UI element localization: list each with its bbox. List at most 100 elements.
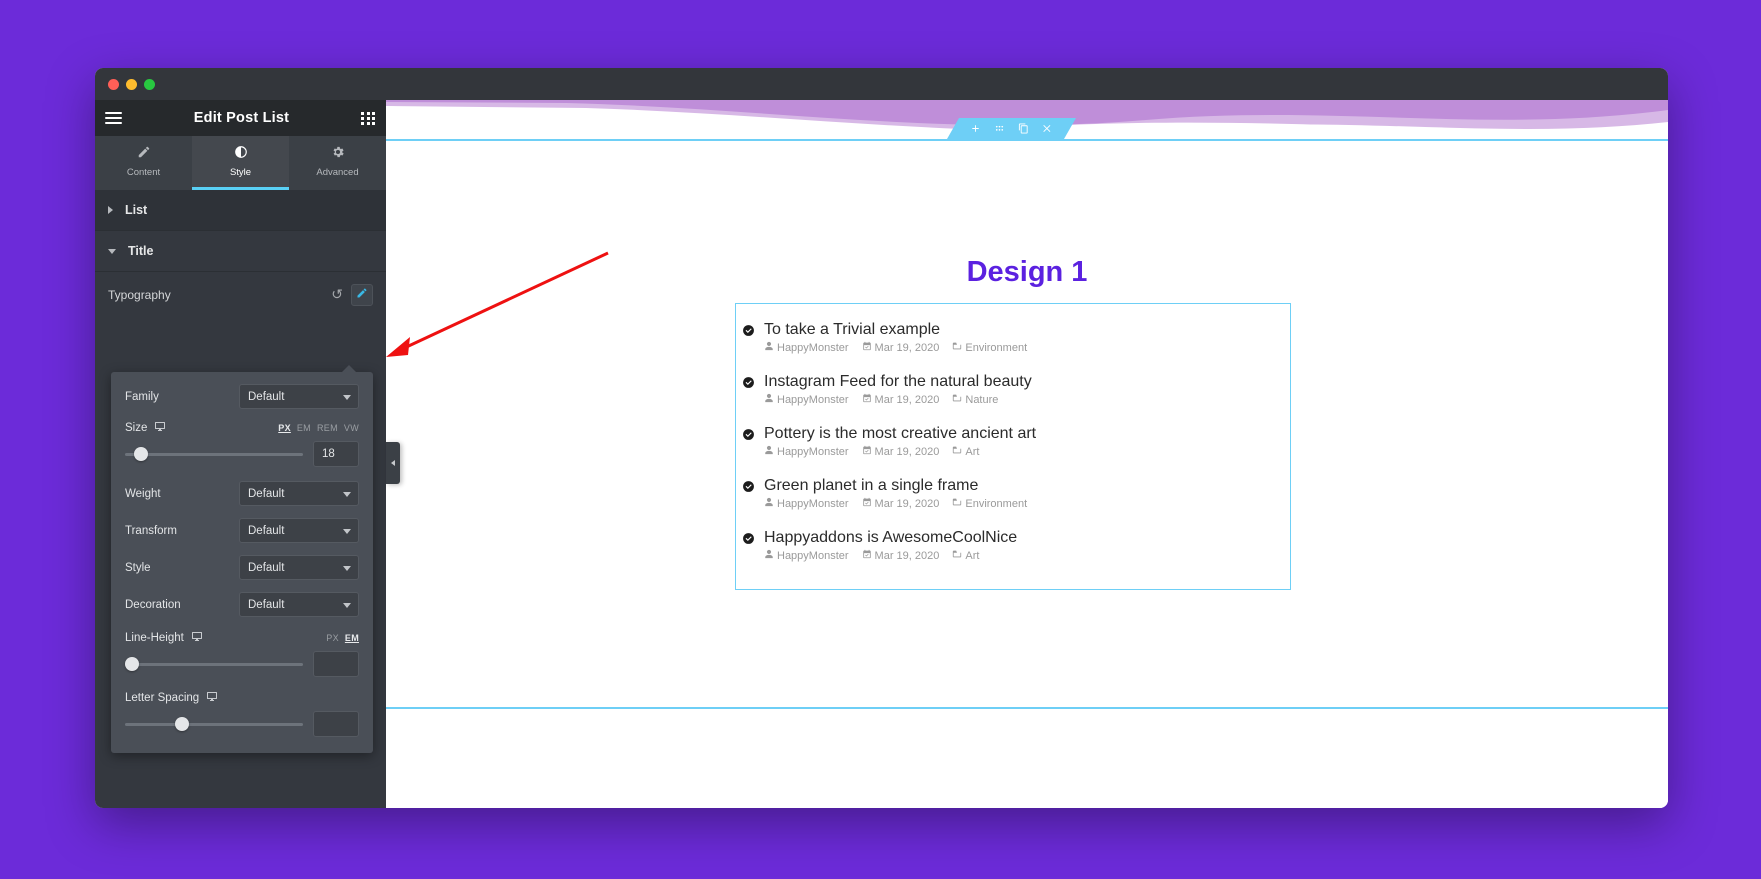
slider-knob[interactable] (174, 717, 189, 731)
page-title: Design 1 (966, 256, 1088, 288)
tab-advanced[interactable]: Advanced (289, 136, 386, 190)
weight-select[interactable]: Default (239, 481, 359, 506)
typography-edit-button[interactable] (351, 284, 373, 306)
slider-knob[interactable] (125, 657, 139, 671)
letter-spacing-row: Letter Spacing (125, 691, 359, 705)
typography-control-row: Typography ↺ (95, 272, 386, 318)
transform-select[interactable]: Default (239, 518, 359, 543)
section-list[interactable]: List (95, 190, 386, 231)
typography-label: Typography (108, 288, 171, 302)
panel-header: Edit Post List (95, 100, 386, 136)
post-title[interactable]: Happyaddons is AwesomeCoolNice (764, 529, 1017, 547)
tab-style[interactable]: Style (192, 136, 289, 190)
transform-value: Default (248, 524, 285, 537)
maximize-window-button[interactable] (144, 79, 155, 90)
chevron-right-icon (108, 206, 113, 214)
user-icon (764, 549, 774, 562)
slider-knob[interactable] (133, 447, 148, 461)
post-date: Mar 19, 2020 (862, 445, 939, 458)
post-meta: HappyMonster Mar 19, 2020 Nature (764, 393, 1290, 406)
panel-collapse-handle[interactable] (386, 442, 400, 484)
check-circle-icon (742, 532, 755, 545)
style-select[interactable]: Default (239, 555, 359, 580)
size-slider[interactable] (125, 447, 303, 461)
monitor-icon[interactable] (191, 631, 203, 645)
elementor-panel: Edit Post List Content Style Advanced Li… (95, 100, 386, 808)
minimize-window-button[interactable] (126, 79, 137, 90)
post-category-label: Environment (965, 497, 1028, 510)
tab-style-label: Style (229, 167, 252, 178)
line-height-slider[interactable] (125, 657, 303, 671)
size-unit-rem[interactable]: REM (317, 423, 338, 433)
list-item[interactable]: Pottery is the most creative ancient art… (736, 425, 1290, 465)
post-date-label: Mar 19, 2020 (874, 549, 940, 562)
size-slider-row: 18 (125, 441, 359, 467)
post-author-label: HappyMonster (777, 341, 849, 354)
plus-icon[interactable] (970, 123, 981, 134)
list-item[interactable]: Happyaddons is AwesomeCoolNice HappyMons… (736, 529, 1290, 569)
check-circle-icon (742, 376, 755, 389)
slider-track (125, 452, 303, 456)
post-date-label: Mar 19, 2020 (874, 341, 940, 354)
list-item[interactable]: To take a Trivial example HappyMonster M… (736, 321, 1290, 361)
size-value-input[interactable]: 18 (313, 441, 359, 467)
letter-spacing-slider[interactable] (125, 717, 303, 731)
hamburger-icon[interactable] (105, 112, 122, 124)
line-height-unit-switcher: PX EM (326, 633, 359, 643)
calendar-icon (862, 393, 872, 406)
gear-icon (331, 145, 345, 162)
post-meta: HappyMonster Mar 19, 2020 Art (764, 549, 1290, 562)
post-list-widget[interactable]: To take a Trivial example HappyMonster M… (735, 303, 1291, 590)
panel-tabs: Content Style Advanced (95, 136, 386, 190)
monitor-icon[interactable] (206, 691, 218, 705)
size-unit-em[interactable]: EM (297, 423, 311, 433)
letter-spacing-value-input[interactable] (313, 711, 359, 737)
calendar-icon (862, 497, 872, 510)
window-title-bar (95, 68, 1668, 100)
decoration-label: Decoration (125, 598, 181, 611)
close-window-button[interactable] (108, 79, 119, 90)
line-height-unit-em[interactable]: EM (345, 633, 359, 643)
user-icon (764, 341, 774, 354)
family-select[interactable]: Default (239, 384, 359, 409)
family-row: Family Default (125, 384, 359, 409)
slider-track (125, 662, 303, 666)
size-unit-px[interactable]: PX (278, 423, 291, 433)
line-height-value-input[interactable] (313, 651, 359, 677)
section-title[interactable]: Title (95, 231, 386, 272)
line-height-unit-px[interactable]: PX (326, 633, 339, 643)
duplicate-icon[interactable] (1018, 123, 1029, 134)
reset-icon[interactable]: ↺ (331, 287, 343, 304)
list-item[interactable]: Green planet in a single frame HappyMons… (736, 477, 1290, 517)
post-author: HappyMonster (764, 341, 849, 354)
size-unit-switcher: PX EM REM VW (278, 423, 359, 433)
user-icon (764, 445, 774, 458)
post-category: Nature (952, 393, 998, 406)
monitor-icon[interactable] (154, 421, 166, 435)
grid-icon[interactable] (361, 111, 376, 125)
post-title[interactable]: Instagram Feed for the natural beauty (764, 373, 1032, 391)
post-title-row: Pottery is the most creative ancient art (742, 425, 1290, 443)
post-title[interactable]: Green planet in a single frame (764, 477, 978, 495)
section-highlight-bottom (386, 707, 1668, 709)
post-title[interactable]: To take a Trivial example (764, 321, 940, 339)
post-author-label: HappyMonster (777, 393, 849, 406)
size-label: Size (125, 421, 166, 435)
list-item[interactable]: Instagram Feed for the natural beauty Ha… (736, 373, 1290, 413)
post-author: HappyMonster (764, 445, 849, 458)
post-author-label: HappyMonster (777, 549, 849, 562)
post-title[interactable]: Pottery is the most creative ancient art (764, 425, 1036, 443)
pencil-icon (137, 145, 151, 162)
editor-canvas: Design 1 To take a Trivial example Happy… (386, 100, 1668, 808)
post-title-row: Happyaddons is AwesomeCoolNice (742, 529, 1290, 547)
transform-label: Transform (125, 524, 177, 537)
letter-spacing-label: Letter Spacing (125, 691, 218, 705)
user-icon (764, 497, 774, 510)
close-icon[interactable] (1042, 123, 1053, 134)
size-unit-vw[interactable]: VW (344, 423, 359, 433)
decoration-select[interactable]: Default (239, 592, 359, 617)
tab-content[interactable]: Content (95, 136, 192, 190)
post-category: Environment (952, 341, 1027, 354)
drag-dots-icon[interactable] (994, 123, 1005, 134)
calendar-icon (862, 445, 872, 458)
